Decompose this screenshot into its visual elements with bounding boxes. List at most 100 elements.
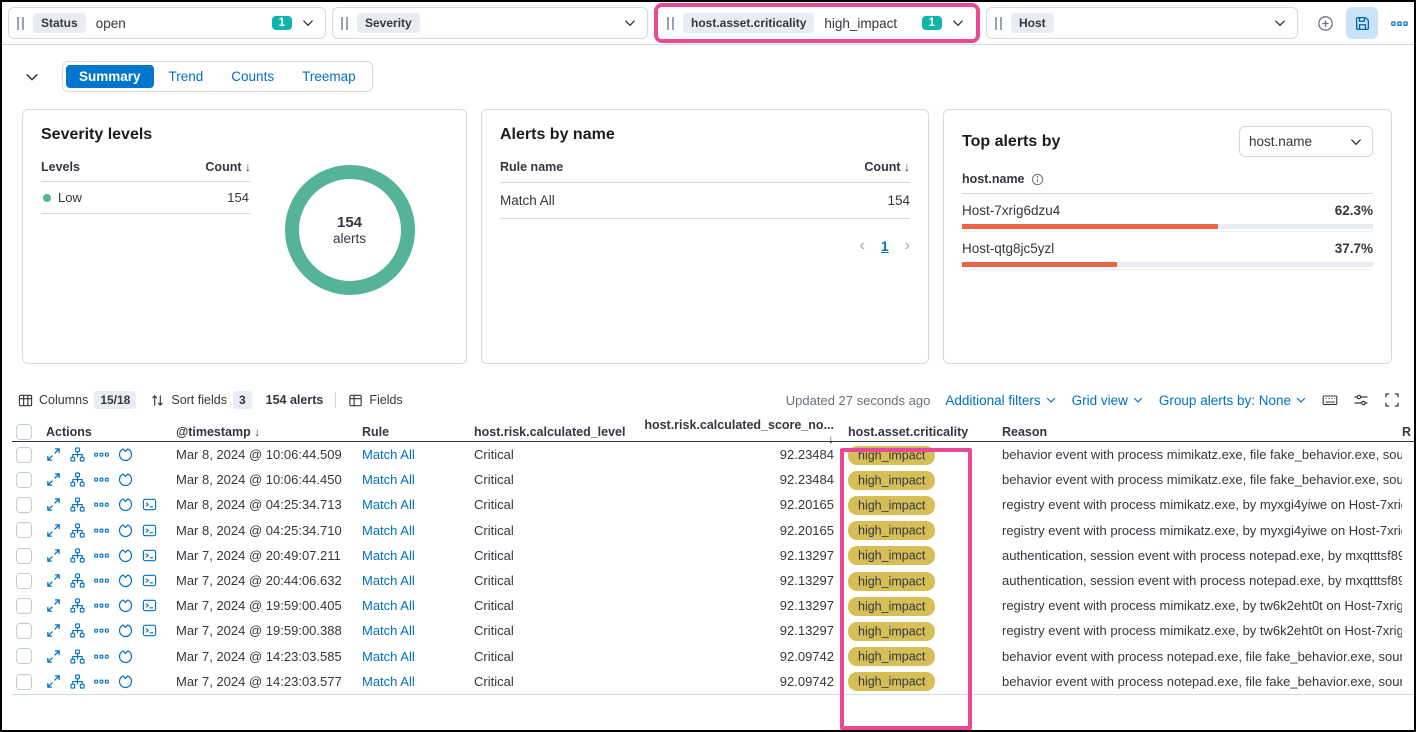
more-actions-icon[interactable] [94, 674, 109, 689]
expand-alert-icon[interactable] [46, 623, 61, 638]
more-actions-icon[interactable] [94, 623, 109, 638]
fields-button[interactable]: Fields [348, 393, 402, 408]
tab-treemap[interactable]: Treemap [289, 65, 369, 88]
timeline-icon[interactable] [118, 497, 133, 512]
filter-severity[interactable]: Severity [332, 7, 648, 39]
severity-count-header[interactable]: Count ↓ [205, 160, 251, 174]
filter-status[interactable]: Status open 1 [8, 7, 326, 39]
analyze-event-icon[interactable] [70, 623, 85, 638]
rule-row[interactable]: Match All 154 [500, 183, 910, 219]
alert-row[interactable]: Mar 7, 2024 @ 14:23:03.577 Match All Cri… [12, 669, 1414, 694]
expand-alert-icon[interactable] [46, 447, 61, 462]
alert-reason[interactable]: behavior event with process mimikatz.exe… [1002, 447, 1402, 462]
row-checkbox[interactable] [16, 598, 32, 614]
rule-link[interactable]: Match All [362, 497, 415, 512]
rule-link[interactable]: Match All [362, 523, 415, 538]
row-checkbox[interactable] [16, 522, 32, 538]
add-filter-button[interactable] [1310, 8, 1340, 38]
expand-alert-icon[interactable] [46, 598, 61, 613]
additional-filters-button[interactable]: Additional filters [945, 393, 1056, 408]
more-actions-icon[interactable] [94, 548, 109, 563]
more-actions-icon[interactable] [94, 447, 109, 462]
tab-trend[interactable]: Trend [156, 65, 217, 88]
tab-counts[interactable]: Counts [218, 65, 287, 88]
alert-reason[interactable]: behavior event with process notepad.exe,… [1002, 649, 1402, 664]
rule-header[interactable]: Rule [362, 425, 474, 439]
row-checkbox[interactable] [16, 548, 32, 564]
analyze-event-icon[interactable] [70, 674, 85, 689]
row-checkbox[interactable] [16, 497, 32, 513]
rule-link[interactable]: Match All [362, 598, 415, 613]
severity-row-low[interactable]: Low 154 [41, 182, 251, 214]
chevron-down-icon[interactable] [623, 16, 637, 30]
alert-reason[interactable]: authentication, session event with proce… [1002, 573, 1402, 588]
filter-host-asset-criticality[interactable]: host.asset.criticality high_impact 1 [658, 7, 976, 39]
keyboard-shortcuts-icon[interactable] [1322, 392, 1338, 408]
analyze-event-icon[interactable] [70, 523, 85, 538]
top-alerts-field-select[interactable]: host.name [1239, 126, 1373, 157]
analyze-event-icon[interactable] [70, 472, 85, 487]
columns-button[interactable]: Columns 15/18 [18, 391, 136, 409]
expand-alert-icon[interactable] [46, 649, 61, 664]
prev-page-icon[interactable]: ‹ [860, 237, 865, 255]
drag-handle-icon[interactable] [667, 17, 674, 30]
terminal-icon[interactable] [142, 523, 157, 538]
terminal-icon[interactable] [142, 598, 157, 613]
drag-handle-icon[interactable] [17, 17, 24, 30]
page-number[interactable]: 1 [881, 238, 889, 254]
tab-summary[interactable]: Summary [66, 65, 154, 88]
rule-count-header[interactable]: Count ↓ [864, 160, 910, 174]
timeline-icon[interactable] [118, 649, 133, 664]
terminal-icon[interactable] [142, 548, 157, 563]
more-actions-icon[interactable] [94, 649, 109, 664]
save-query-button[interactable] [1346, 7, 1378, 39]
alert-row[interactable]: Mar 7, 2024 @ 19:59:00.388 Match All Cri… [12, 618, 1414, 643]
timestamp-header[interactable]: @timestamp ↓ [176, 425, 362, 439]
alert-row[interactable]: Mar 8, 2024 @ 04:25:34.710 Match All Cri… [12, 518, 1414, 543]
more-actions-icon[interactable] [94, 598, 109, 613]
alert-row[interactable]: Mar 8, 2024 @ 10:06:44.450 Match All Cri… [12, 467, 1414, 492]
criticality-header[interactable]: host.asset.criticality [834, 425, 1002, 439]
alert-reason[interactable]: behavior event with process mimikatz.exe… [1002, 472, 1402, 487]
sort-fields-button[interactable]: Sort fields 3 [150, 391, 251, 409]
risk-level-header[interactable]: host.risk.calculated_level [474, 425, 638, 439]
alert-reason[interactable]: registry event with process mimikatz.exe… [1002, 598, 1402, 613]
expand-alert-icon[interactable] [46, 674, 61, 689]
analyze-event-icon[interactable] [70, 497, 85, 512]
alert-reason[interactable]: behavior event with process notepad.exe,… [1002, 674, 1402, 689]
drag-handle-icon[interactable] [341, 17, 348, 30]
analyze-event-icon[interactable] [70, 548, 85, 563]
expand-alert-icon[interactable] [46, 573, 61, 588]
group-alerts-by-button[interactable]: Group alerts by: None [1159, 393, 1307, 408]
analyze-event-icon[interactable] [70, 598, 85, 613]
row-checkbox[interactable] [16, 674, 32, 690]
more-actions-icon[interactable] [94, 573, 109, 588]
alert-reason[interactable]: authentication, session event with proce… [1002, 548, 1402, 563]
display-options-icon[interactable] [1353, 392, 1369, 408]
row-checkbox[interactable] [16, 573, 32, 589]
chevron-down-icon[interactable] [951, 16, 965, 30]
more-actions-icon[interactable] [94, 472, 109, 487]
row-checkbox[interactable] [16, 472, 32, 488]
expand-alert-icon[interactable] [46, 472, 61, 487]
terminal-icon[interactable] [142, 623, 157, 638]
rule-link[interactable]: Match All [362, 623, 415, 638]
rule-link[interactable]: Match All [362, 674, 415, 689]
top-alert-row[interactable]: Host-7xrig6dzu4 62.3% [962, 194, 1373, 232]
timeline-icon[interactable] [118, 548, 133, 563]
alert-reason[interactable]: registry event with process mimikatz.exe… [1002, 523, 1402, 538]
expand-alert-icon[interactable] [46, 548, 61, 563]
timeline-icon[interactable] [118, 523, 133, 538]
rule-link[interactable]: Match All [362, 548, 415, 563]
row-checkbox[interactable] [16, 648, 32, 664]
top-alert-row[interactable]: Host-qtg8jc5yzl 37.7% [962, 232, 1373, 270]
timeline-icon[interactable] [118, 674, 133, 689]
drag-handle-icon[interactable] [995, 17, 1002, 30]
risk-score-header[interactable]: host.risk.calculated_score_no... ↓ [638, 418, 834, 446]
analyze-event-icon[interactable] [70, 447, 85, 462]
terminal-icon[interactable] [142, 497, 157, 512]
row-checkbox[interactable] [16, 447, 32, 463]
severity-donut-chart[interactable]: 154 alerts [282, 162, 418, 298]
alert-row[interactable]: Mar 7, 2024 @ 14:23:03.585 Match All Cri… [12, 644, 1414, 669]
info-icon[interactable] [1031, 173, 1044, 186]
